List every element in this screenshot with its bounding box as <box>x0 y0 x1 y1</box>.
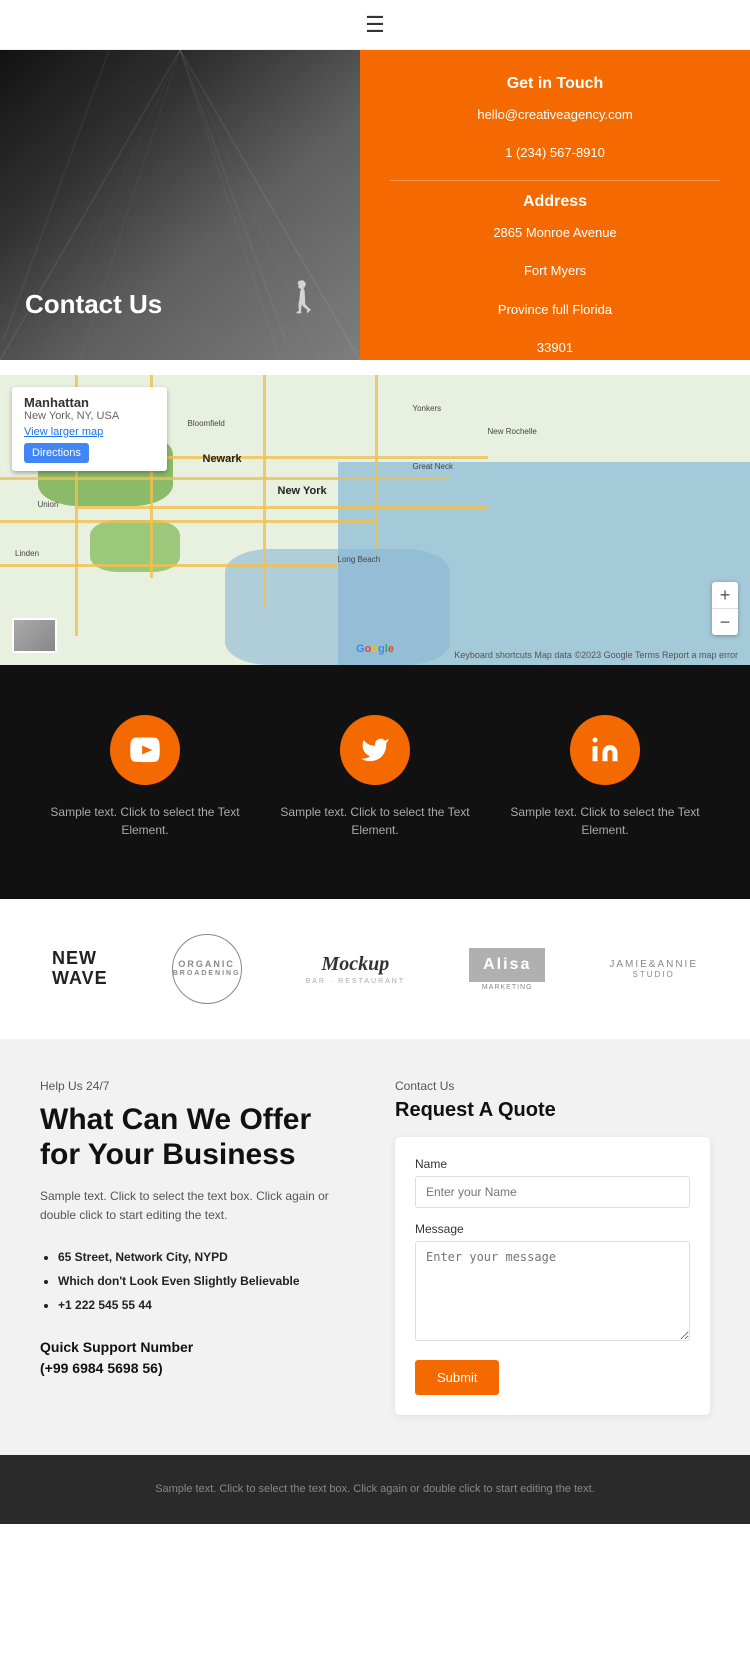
alisa-logo-sub: MARKETING <box>482 984 533 991</box>
zoom-in-button[interactable]: + <box>712 582 738 608</box>
map-road-v2 <box>263 375 266 607</box>
page-footer: Sample text. Click to select the text bo… <box>0 1455 750 1524</box>
twitter-icon <box>360 735 390 765</box>
youtube-circle[interactable] <box>110 715 180 785</box>
mockup-logo-sub: BAR · RESTAURANT <box>306 978 406 985</box>
offer-headline: What Can We Offer for Your Business <box>40 1103 355 1172</box>
youtube-icon <box>130 735 160 765</box>
map-label-newyork: New York <box>278 485 327 497</box>
contact-phone: 1 (234) 567-8910 <box>390 141 720 164</box>
address-line4: 33901 <box>390 336 720 359</box>
map-overlay-card: Manhattan New York, NY, USA View larger … <box>12 387 167 471</box>
offer-column: Help Us 24/7 What Can We Offer for Your … <box>40 1079 355 1415</box>
form-card: Name Message Submit <box>395 1137 710 1415</box>
logo-organic: ORGANIC BROADENING <box>172 934 242 1004</box>
contact-column: Contact Us Request A Quote Name Message … <box>395 1079 710 1415</box>
logos-section: NEW WAVE ORGANIC BROADENING Mockup BAR ·… <box>0 899 750 1039</box>
hero-image-side: Contact Us <box>0 50 360 360</box>
linkedin-text: Sample text. Click to select the Text El… <box>505 803 705 839</box>
map-location-subtitle: New York, NY, USA <box>24 410 155 422</box>
map-location-title: Manhattan <box>24 395 155 410</box>
address-line2: Fort Myers <box>390 259 720 282</box>
map-road-h4 <box>75 506 488 509</box>
person-silhouette <box>285 280 310 330</box>
contact-form-title: Request A Quote <box>395 1099 710 1122</box>
map-label-linden: Linden <box>15 549 39 558</box>
map-label-bloomfield: Bloomfield <box>188 419 225 428</box>
offer-list: 65 Street, Network City, NYPD Which don'… <box>40 1245 355 1317</box>
map-label-longbeach: Long Beach <box>338 555 381 564</box>
get-in-touch-title: Get in Touch <box>390 75 720 93</box>
twitter-text: Sample text. Click to select the Text El… <box>275 803 475 839</box>
offer-list-item-1: 65 Street, Network City, NYPD <box>58 1245 355 1269</box>
address-title: Address <box>390 193 720 211</box>
linkedin-icon <box>590 735 620 765</box>
linkedin-circle[interactable] <box>570 715 640 785</box>
contact-email: hello@creativeagency.com <box>390 103 720 126</box>
organic-logo-text: ORGANIC BROADENING <box>172 934 242 1004</box>
logo-alisa: Alisa MARKETING <box>469 948 545 991</box>
address-line3: Province full Florida <box>390 298 720 321</box>
youtube-text: Sample text. Click to select the Text El… <box>45 803 245 839</box>
mockup-logo-text: Mockup <box>321 953 389 976</box>
map-label-yonkers: Yonkers <box>413 404 442 413</box>
address-line1: 2865 Monroe Avenue <box>390 221 720 244</box>
jamieannie-logo-text: JAMIE&ANNIE STUDIO <box>609 959 698 979</box>
map-road-v3 <box>375 375 378 549</box>
bottom-section: Help Us 24/7 What Can We Offer for Your … <box>0 1039 750 1455</box>
hero-title: Contact Us <box>25 289 162 320</box>
google-logo: Google <box>356 643 394 655</box>
newwave-logo-text: NEW WAVE <box>52 949 108 989</box>
offer-list-item-3: +1 222 545 55 44 <box>58 1293 355 1317</box>
map-visual: New York Newark Yonkers New Rochelle Uni… <box>0 375 750 665</box>
nav-bar: ☰ <box>0 0 750 50</box>
map-section: New York Newark Yonkers New Rochelle Uni… <box>0 375 750 665</box>
offer-support-label: Quick Support Number (+99 6984 5698 56) <box>40 1337 355 1379</box>
contact-tag: Contact Us <box>395 1079 710 1093</box>
divider1 <box>390 180 720 181</box>
hero-info-side: Get in Touch hello@creativeagency.com 1 … <box>360 50 750 360</box>
map-road-h2 <box>0 520 375 523</box>
map-road-h1 <box>0 477 450 480</box>
hamburger-icon[interactable]: ☰ <box>365 12 385 38</box>
map-label-newark: Newark <box>203 453 242 465</box>
name-label: Name <box>415 1157 690 1171</box>
view-larger-map-link[interactable]: View larger map <box>24 426 155 438</box>
linkedin-item: Sample text. Click to select the Text El… <box>505 715 705 839</box>
twitter-item: Sample text. Click to select the Text El… <box>275 715 475 839</box>
map-footer-text: Keyboard shortcuts Map data ©2023 Google… <box>454 650 738 660</box>
directions-button[interactable]: Directions <box>24 443 89 463</box>
logo-mockup: Mockup BAR · RESTAURANT <box>306 953 406 985</box>
map-label-newrochelle: New Rochelle <box>488 427 537 436</box>
map-zoom-controls: + − <box>712 582 738 635</box>
map-label-greatneck: Great Neck <box>413 462 453 471</box>
map-road-h3 <box>0 564 338 567</box>
zoom-out-button[interactable]: − <box>712 609 738 635</box>
offer-tag: Help Us 24/7 <box>40 1079 355 1093</box>
message-label: Message <box>415 1222 690 1236</box>
message-textarea[interactable] <box>415 1241 690 1341</box>
alisa-logo-text: Alisa <box>469 948 545 982</box>
submit-button[interactable]: Submit <box>415 1360 499 1395</box>
footer-text: Sample text. Click to select the text bo… <box>30 1480 720 1499</box>
offer-list-item-2: Which don't Look Even Slightly Believabl… <box>58 1269 355 1293</box>
twitter-circle[interactable] <box>340 715 410 785</box>
hero-section: Contact Us Get in Touch hello@creativeag… <box>0 50 750 360</box>
name-input[interactable] <box>415 1176 690 1208</box>
offer-description: Sample text. Click to select the text bo… <box>40 1187 355 1225</box>
logo-jamieannie: JAMIE&ANNIE STUDIO <box>609 959 698 979</box>
map-label-union: Union <box>38 500 59 509</box>
youtube-item: Sample text. Click to select the Text El… <box>45 715 245 839</box>
logo-newwave: NEW WAVE <box>52 949 108 989</box>
map-thumbnail <box>12 618 57 653</box>
social-icons-section: Sample text. Click to select the Text El… <box>0 665 750 899</box>
